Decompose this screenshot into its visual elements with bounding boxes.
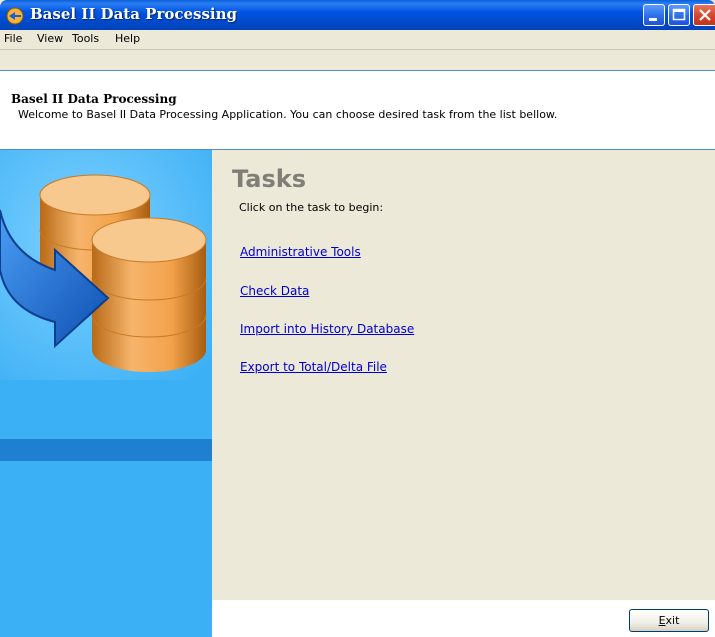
tasks-panel: Tasks Click on the task to begin: Admini… — [212, 150, 715, 600]
maximize-button[interactable] — [668, 4, 690, 26]
menu-view[interactable]: View — [37, 32, 63, 45]
close-button[interactable] — [693, 4, 715, 26]
maximize-icon — [672, 8, 686, 21]
window-title: Basel II Data Processing — [30, 5, 238, 23]
minimize-icon — [649, 18, 657, 21]
exit-button[interactable]: Exit — [629, 609, 709, 632]
header-title: Basel II Data Processing — [11, 92, 177, 106]
task-administrative-tools-link[interactable]: Administrative Tools — [240, 245, 361, 259]
task-check-data-link[interactable]: Check Data — [240, 284, 309, 298]
tasks-title: Tasks — [232, 165, 307, 193]
exit-button-mnemonic: E — [658, 614, 666, 627]
app-window: Basel II Data Processing File View Tools… — [0, 0, 715, 637]
menu-file[interactable]: File — [4, 32, 22, 45]
header-panel: Basel II Data Processing Welcome to Base… — [0, 70, 715, 150]
close-icon — [699, 9, 711, 21]
title-bar[interactable]: Basel II Data Processing — [0, 0, 715, 30]
menu-help[interactable]: Help — [115, 32, 140, 45]
database-arrow-illustration — [0, 150, 212, 380]
menu-tools[interactable]: Tools — [72, 32, 99, 45]
menu-bar: File View Tools Help — [0, 30, 715, 50]
footer-bar: Exit — [212, 600, 715, 637]
left-art-panel — [0, 150, 212, 637]
exit-button-label: xit — [665, 614, 680, 627]
minimize-button[interactable] — [643, 4, 665, 26]
task-export-total-delta-file-link[interactable]: Export to Total/Delta File — [240, 360, 387, 374]
tasks-subtitle: Click on the task to begin: — [239, 201, 384, 214]
task-import-history-database-link[interactable]: Import into History Database — [240, 322, 414, 336]
left-panel-stripe — [0, 439, 212, 461]
header-subtitle: Welcome to Basel II Data Processing Appl… — [18, 108, 558, 121]
app-icon — [6, 7, 24, 25]
